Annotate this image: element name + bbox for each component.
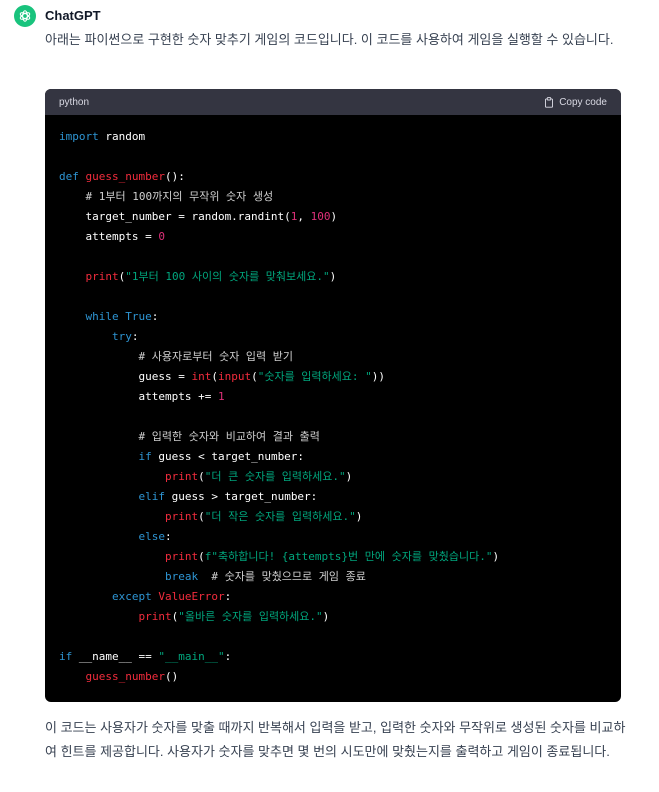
code-line-2: ​ <box>59 147 607 167</box>
code-line-13: guess = int(input("숫자를 입력하세요: ")) <box>59 370 386 383</box>
author-name: ChatGPT <box>45 8 101 23</box>
code-line-27: if __name__ == "__main__": <box>59 650 232 663</box>
copy-code-label: Copy code <box>559 96 607 108</box>
chatgpt-avatar <box>14 5 36 27</box>
outro-text: 이 코드는 사용자가 숫자를 맞출 때까지 반복해서 입력을 받고, 입력한 숫… <box>45 720 626 759</box>
code-content: import random ​ def guess_number(): # 1부터 … <box>45 115 621 687</box>
code-line-8: print("1부터 100 사이의 숫자를 맞춰보세요.") <box>85 270 337 283</box>
code-line-1: import random <box>59 130 146 143</box>
clipboard-icon <box>545 96 554 108</box>
code-line-28: guess_number() <box>85 670 179 683</box>
intro-text: 아래는 파이썬으로 구현한 숫자 맞추기 게임의 코드입니다. 이 코드를 사용… <box>45 32 614 47</box>
code-line-18: print("더 큰 숫자를 입력하세요.") <box>164 470 353 483</box>
code-line-17: if guess < target_number: <box>138 450 305 463</box>
code-line-26: ​ <box>59 627 607 647</box>
code-line-7: ​ <box>59 247 607 267</box>
code-line-21: else: <box>138 530 172 543</box>
code-header: python Copy code <box>45 89 621 115</box>
code-line-4: # 1부터 100까지의 무작위 숫자 생성 <box>85 190 274 203</box>
code-language-label: python <box>59 96 90 108</box>
code-line-20: print("더 작은 숫자를 입력하세요.") <box>164 510 363 523</box>
code-line-11: try: <box>111 330 139 343</box>
code-line-22: print(f"축하합니다! {attempts}번 만에 숫자를 맞췄습니다.… <box>164 550 500 563</box>
code-line-9: ​ <box>59 287 607 307</box>
copy-code-button[interactable]: Copy code <box>544 97 607 108</box>
code-line-5: target_number = random.randint(1, 100) <box>59 210 338 223</box>
code-line-19: elif guess > target_number: <box>138 490 318 503</box>
code-line-23: break # 숫자를 맞췄으므로 게임 종료 <box>164 570 366 583</box>
code-line-24: except ValueError: <box>111 590 232 603</box>
code-line-6: attempts = 0 <box>59 230 165 243</box>
code-block: python Copy code import random ​ def guess… <box>45 89 621 702</box>
code-line-12: # 사용자로부터 숫자 입력 받기 <box>138 350 294 363</box>
code-line-15: ​ <box>59 407 607 427</box>
code-line-16: # 입력한 숫자와 비교하여 결과 출력 <box>138 430 320 443</box>
code-line-25: print("올바른 숫자를 입력하세요.") <box>138 610 330 623</box>
code-line-14: attempts += 1 <box>59 390 225 403</box>
code-line-3: def guess_number(): <box>59 170 185 183</box>
openai-logo-icon <box>19 10 31 22</box>
code-line-10: while True: <box>85 310 159 323</box>
